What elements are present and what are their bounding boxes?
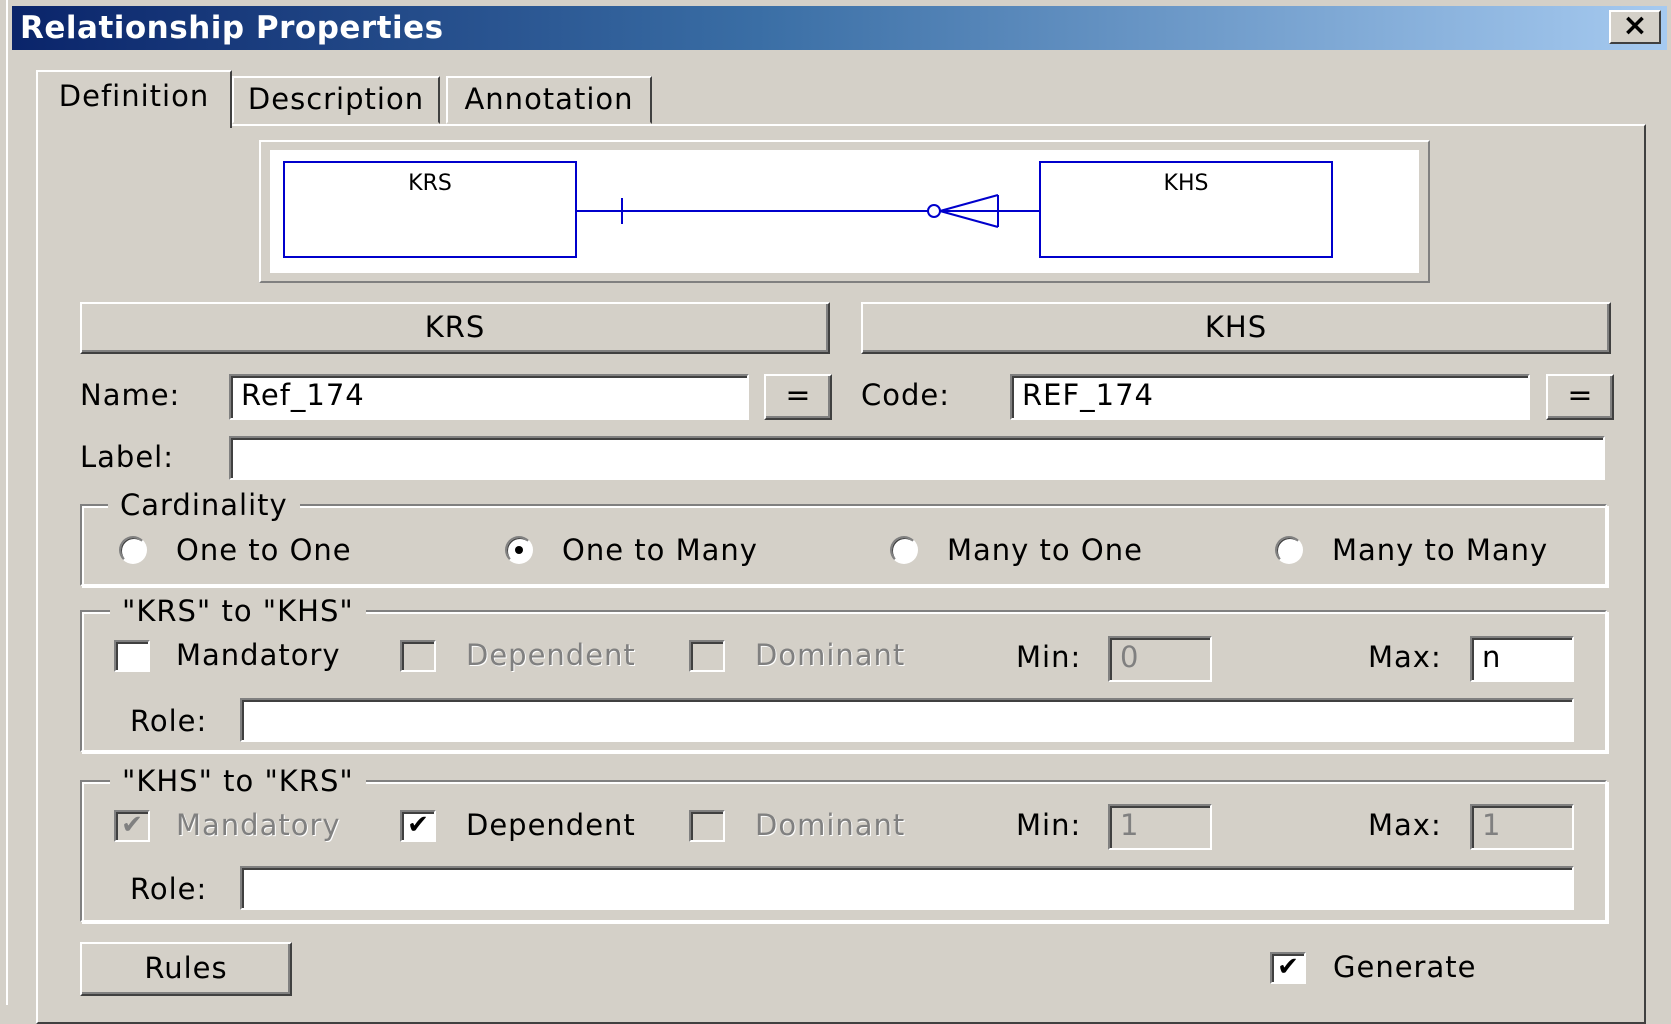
- khs-mandatory-label: Mandatory: [176, 808, 341, 842]
- tab-annotation[interactable]: Annotation: [446, 76, 652, 124]
- radio-many-to-many[interactable]: [1275, 536, 1303, 564]
- tab-description[interactable]: Description: [232, 76, 440, 124]
- tab-definition[interactable]: Definition: [36, 70, 232, 128]
- khs-min-label: Min:: [1016, 808, 1082, 842]
- khs-to-krs-title: "KHS" to "KRS": [110, 764, 366, 798]
- radio-label-one-to-many[interactable]: One to Many: [562, 533, 758, 567]
- window-left-border: [0, 0, 8, 1005]
- relationship-diagram-svg: KRS KHS: [283, 161, 1333, 258]
- crowfoot-upper: [939, 194, 999, 212]
- entity-label-krs: KRS: [408, 171, 452, 196]
- khs-dependent-label[interactable]: Dependent: [466, 808, 636, 842]
- krs-dependent-label: Dependent: [466, 638, 636, 672]
- close-icon: ×: [1622, 8, 1648, 43]
- khs-min-input: 1: [1108, 804, 1212, 850]
- check-icon: ✔: [407, 810, 429, 840]
- generate-label[interactable]: Generate: [1333, 950, 1476, 984]
- krs-dominant-label: Dominant: [755, 638, 906, 672]
- code-input[interactable]: REF_174: [1010, 374, 1530, 420]
- krs-role-label: Role:: [130, 704, 208, 738]
- title-bar[interactable]: Relationship Properties ×: [12, 6, 1667, 50]
- relationship-diagram: KRS KHS: [270, 150, 1419, 273]
- krs-dependent-checkbox: [400, 640, 436, 672]
- name-to-code-button[interactable]: =: [764, 374, 832, 420]
- optional-marker: [927, 204, 941, 218]
- krs-mandatory-checkbox[interactable]: [114, 640, 150, 672]
- radio-label-many-to-many[interactable]: Many to Many: [1332, 533, 1548, 567]
- krs-mandatory-label[interactable]: Mandatory: [176, 638, 341, 672]
- khs-dominant-label: Dominant: [755, 808, 906, 842]
- krs-role-input[interactable]: [240, 698, 1574, 742]
- krs-to-khs-title: "KRS" to "KHS": [110, 594, 366, 628]
- radio-one-to-many[interactable]: [505, 536, 533, 564]
- child-entity-button[interactable]: KHS: [861, 302, 1611, 354]
- khs-role-label: Role:: [130, 872, 208, 906]
- code-to-name-button[interactable]: =: [1546, 374, 1614, 420]
- khs-mandatory-checkbox: ✔: [114, 810, 150, 842]
- window-title: Relationship Properties: [20, 10, 444, 46]
- krs-min-input: 0: [1108, 636, 1212, 682]
- relationship-properties-dialog: Relationship Properties × Definition Des…: [0, 0, 1671, 1024]
- radio-label-many-to-one[interactable]: Many to One: [947, 533, 1143, 567]
- generate-checkbox[interactable]: ✔: [1270, 952, 1306, 984]
- krs-max-label: Max:: [1368, 640, 1442, 674]
- label-label: Label:: [80, 440, 175, 474]
- cardinality-title: Cardinality: [108, 488, 300, 522]
- entity-label-khs: KHS: [1164, 171, 1209, 196]
- radio-label-one-to-one[interactable]: One to One: [176, 533, 352, 567]
- krs-max-input[interactable]: n: [1470, 636, 1574, 682]
- name-label: Name:: [80, 378, 181, 412]
- code-label: Code:: [861, 378, 951, 412]
- rules-button[interactable]: Rules: [80, 942, 292, 996]
- krs-dominant-checkbox: [689, 640, 725, 672]
- radio-selected-dot: [515, 546, 523, 554]
- khs-dominant-checkbox: [689, 810, 725, 842]
- check-icon: ✔: [1277, 952, 1299, 982]
- radio-one-to-one[interactable]: [119, 536, 147, 564]
- khs-max-input: 1: [1470, 804, 1574, 850]
- khs-role-input[interactable]: [240, 866, 1574, 910]
- close-button[interactable]: ×: [1609, 10, 1661, 44]
- khs-dependent-checkbox[interactable]: ✔: [400, 810, 436, 842]
- name-input[interactable]: Ref_174: [229, 374, 749, 420]
- parent-entity-button[interactable]: KRS: [80, 302, 830, 354]
- check-icon: ✔: [121, 810, 143, 840]
- radio-many-to-one[interactable]: [890, 536, 918, 564]
- label-input[interactable]: [229, 436, 1605, 480]
- crowfoot-lower: [939, 210, 999, 228]
- krs-min-label: Min:: [1016, 640, 1082, 674]
- khs-max-label: Max:: [1368, 808, 1442, 842]
